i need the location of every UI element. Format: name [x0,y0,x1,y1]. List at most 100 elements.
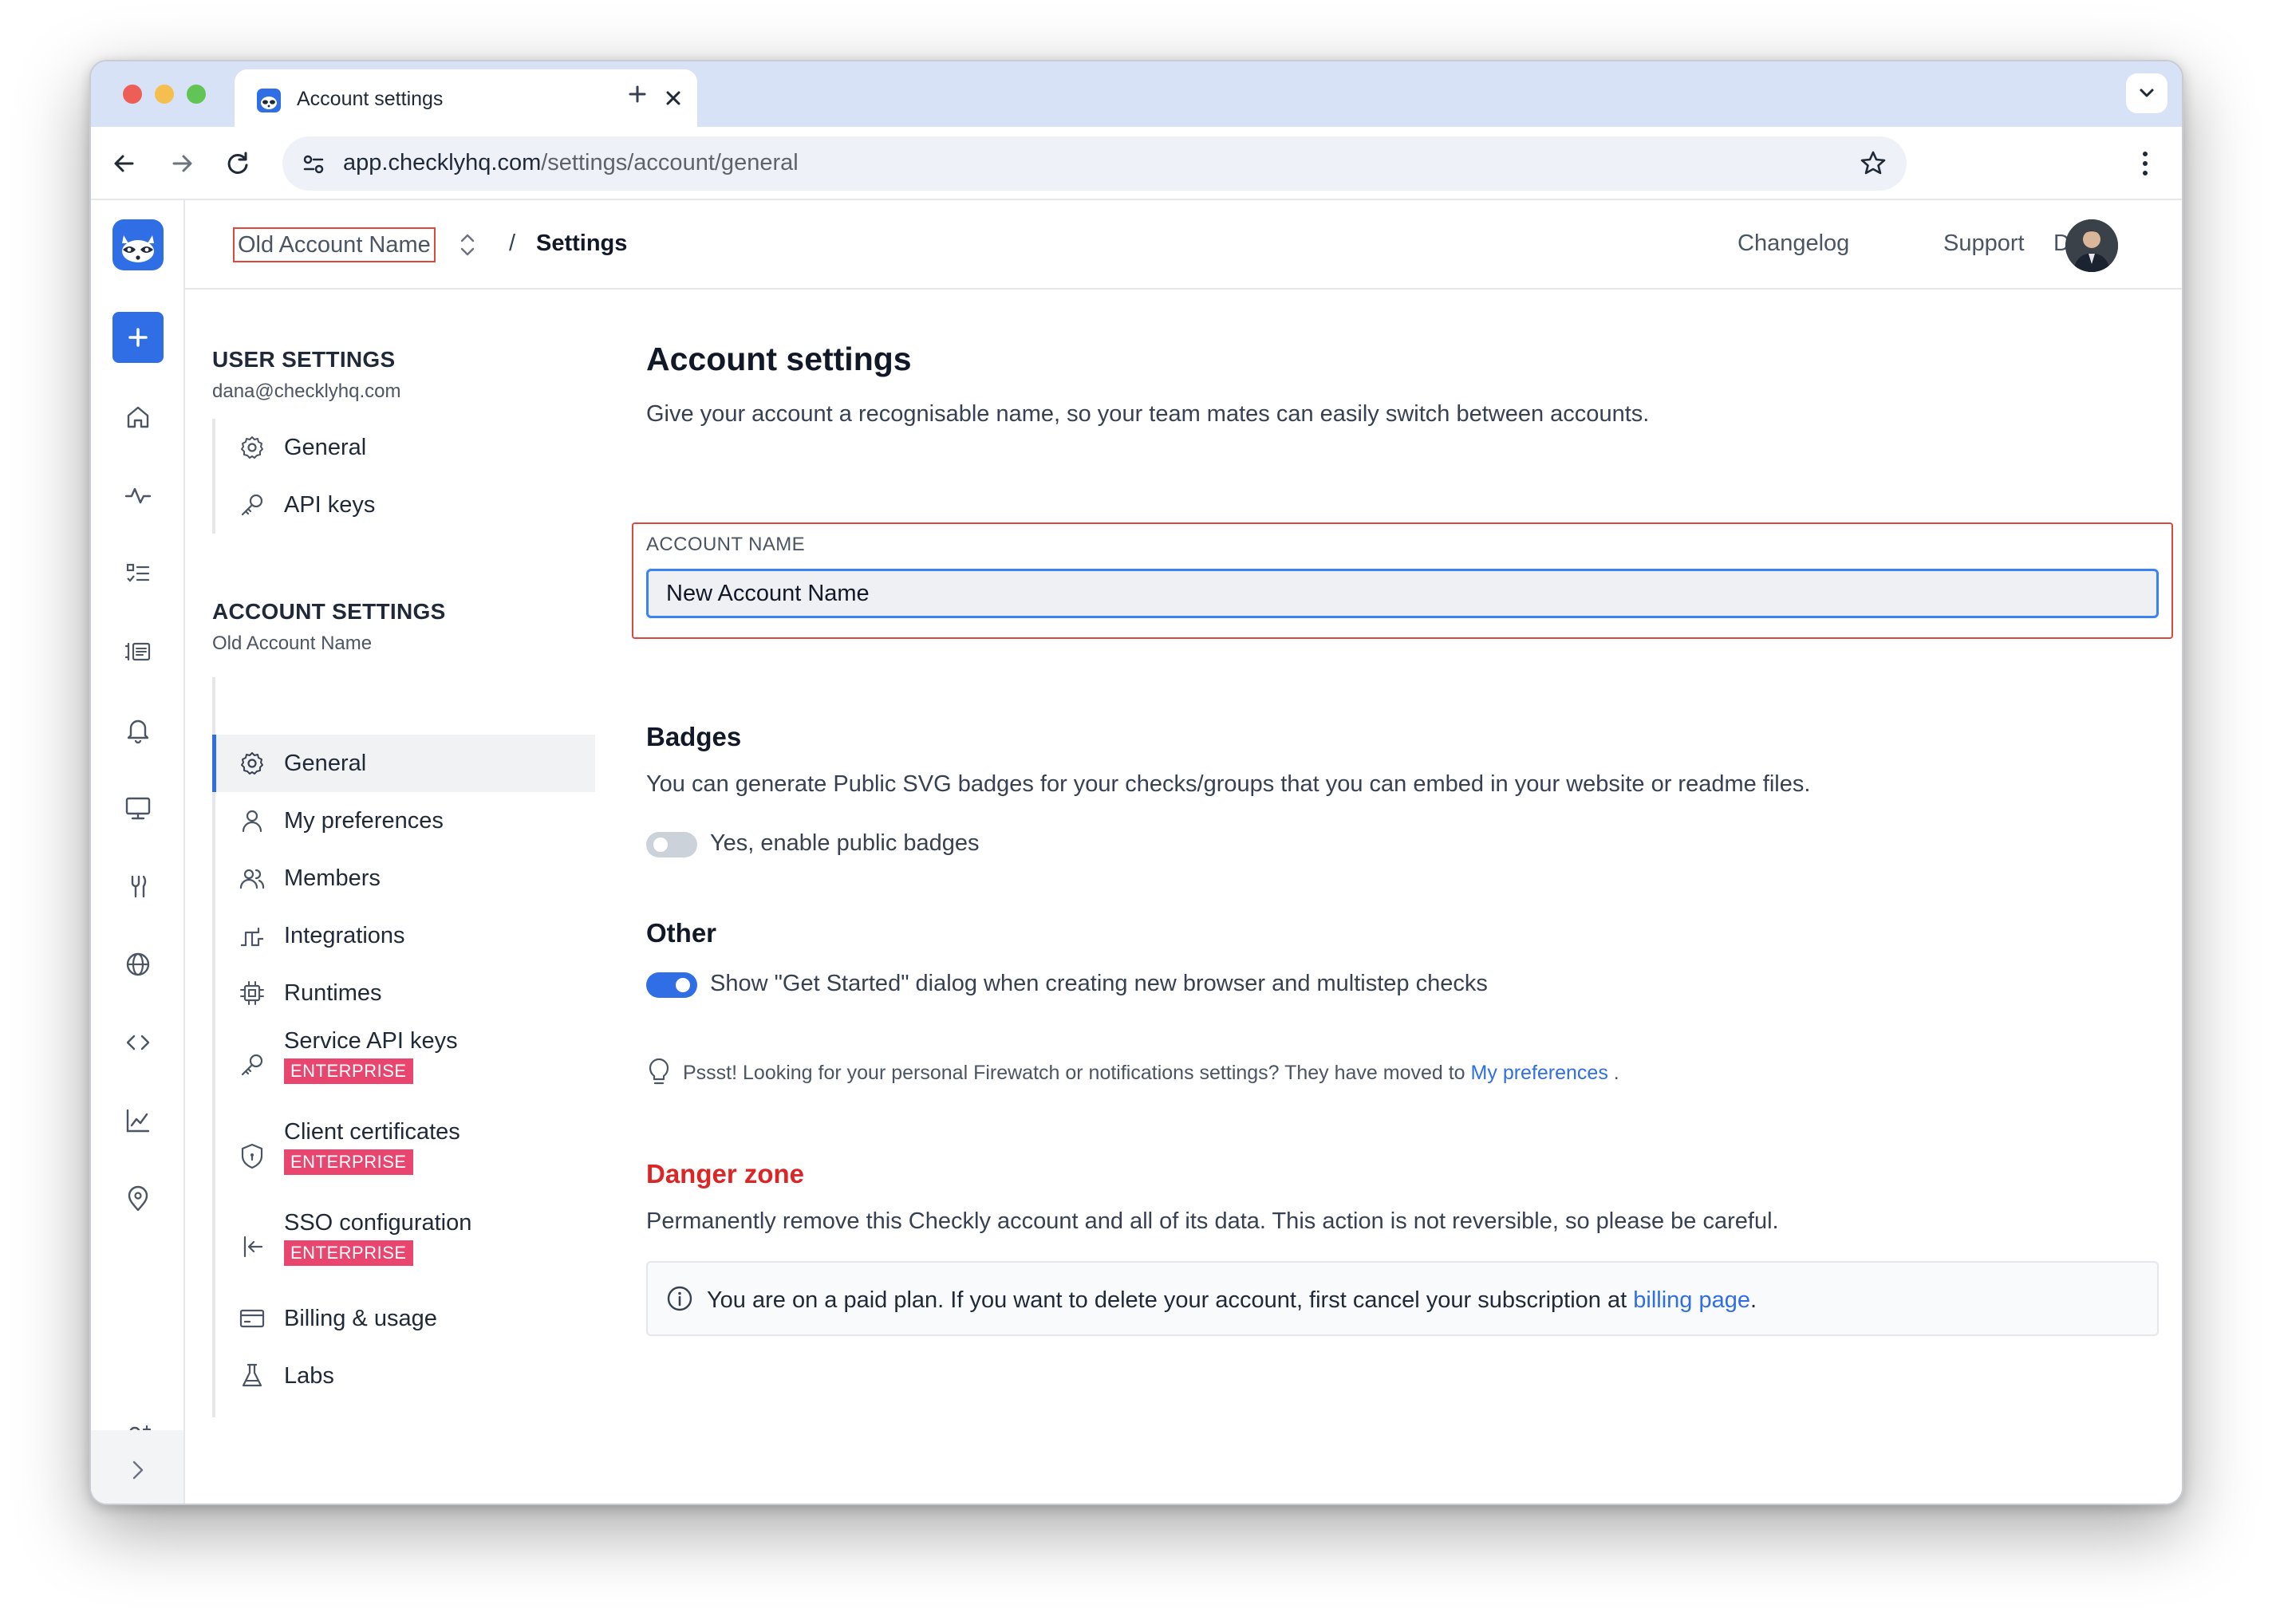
nav-label: Billing & usage [284,1306,437,1331]
dashboards-monitor-icon[interactable] [122,792,154,824]
my-preferences-link[interactable]: My preferences [1471,1062,1608,1084]
paid-plan-notice: You are on a paid plan. If you want to d… [646,1261,2159,1336]
nav-label: Runtimes [284,980,382,1006]
account-nav-service-api-keys[interactable]: Service API keys ENTERPRISE [215,1022,595,1105]
toggle-knob [653,838,668,852]
reporting-chart-icon[interactable] [122,1105,154,1137]
notice-text: You are on a paid plan. If you want to d… [707,1287,1627,1313]
rail-footer [91,1430,183,1504]
account-settings-content: Account settings Give your account a rec… [632,290,2182,1504]
tip-text: Pssst! Looking for your personal Firewat… [683,1062,1465,1084]
settings-nav: USER SETTINGS dana@checklyhq.com General… [212,290,603,1504]
site-settings-icon[interactable] [300,151,327,178]
user-nav-api-keys[interactable]: API keys [215,476,595,534]
location-pin-icon[interactable] [122,1183,154,1215]
browser-titlebar: Account settings [91,61,2182,127]
activity-pulse-icon[interactable] [122,479,154,511]
expand-sidebar-chevron-icon[interactable] [121,1454,153,1486]
lightbulb-icon [646,1058,672,1087]
breadcrumb-settings: Settings [536,231,628,256]
nav-label: SSO configuration [284,1210,472,1236]
public-badges-label[interactable]: Yes, enable public badges [710,830,980,857]
account-name-input[interactable] [646,569,2159,618]
browser-toolbar: app.checklyhq.com/settings/account/gener… [91,127,2182,200]
changelog-link[interactable]: Changelog [1738,231,1849,257]
plug-icon [238,921,266,950]
private-locations-globe-icon[interactable] [122,948,154,980]
main-nav-rail [91,200,185,1504]
user-email: dana@checklyhq.com [212,380,401,402]
users-icon [238,864,266,893]
billing-page-link[interactable]: billing page [1633,1287,1750,1313]
account-nav-billing-usage[interactable]: Billing & usage [215,1290,595,1347]
page-title: Account settings [646,341,912,377]
chip-icon [238,979,266,1007]
test-sessions-icon[interactable] [122,636,154,668]
account-nav-client-certificates[interactable]: Client certificates ENTERPRISE [215,1113,595,1196]
gear-icon [238,433,266,462]
public-badges-toggle[interactable] [646,832,697,857]
account-name-label: ACCOUNT NAME [646,534,806,555]
user-settings-heading: USER SETTINGS [212,347,396,372]
enterprise-badge: ENTERPRISE [284,1058,413,1084]
bookmark-star-icon[interactable] [1857,148,1889,179]
active-indicator [212,735,216,792]
nav-label: My preferences [284,808,444,834]
paid-plan-text: You are on a paid plan. If you want to d… [707,1287,1757,1314]
account-settings-group: General My preferences Members Integrati… [212,677,595,1417]
nav-label: Service API keys [284,1028,458,1054]
nav-label: Client certificates [284,1119,460,1145]
code-icon[interactable] [122,1027,154,1058]
tab-title: Account settings [297,88,444,110]
reload-icon[interactable] [220,146,255,181]
account-nav-integrations[interactable]: Integrations [215,907,595,964]
back-arrow-icon[interactable] [107,146,142,181]
home-icon[interactable] [122,401,154,433]
browser-menu-icon[interactable] [2129,146,2161,181]
preferences-moved-tip: Pssst! Looking for your personal Firewat… [683,1062,1619,1085]
alerts-bell-icon[interactable] [122,714,154,746]
intro-text: Give your account a recognisable name, s… [646,401,1650,427]
get-started-dialog-toggle[interactable] [646,972,697,998]
badges-heading: Badges [646,722,742,751]
minimize-window-button[interactable] [155,85,174,104]
shield-icon [238,1141,266,1170]
chevron-up-down-icon[interactable] [453,229,482,261]
notice-end: . [1749,1287,1757,1313]
user-avatar[interactable] [2065,219,2118,272]
nav-label: General [284,751,367,776]
account-nav-my-preferences[interactable]: My preferences [215,792,595,849]
checks-list-icon[interactable] [122,558,154,589]
nav-label: API keys [284,492,376,518]
account-nav-sso-configuration[interactable]: SSO configuration ENTERPRISE [215,1204,595,1287]
toggle-knob [676,978,690,992]
maximize-window-button[interactable] [187,85,206,104]
address-bar[interactable]: app.checklyhq.com/settings/account/gener… [282,136,1907,191]
new-tab-icon[interactable] [624,81,651,108]
nav-label: Integrations [284,923,405,948]
get-started-dialog-label[interactable]: Show "Get Started" dialog when creating … [710,971,1488,997]
user-nav-general[interactable]: General [215,419,595,476]
account-nav-runtimes[interactable]: Runtimes [215,964,595,1022]
account-switcher[interactable]: Old Account Name [233,227,436,262]
checkly-raccoon-logo[interactable] [112,219,164,270]
gear-icon [238,749,266,778]
maintenance-tools-icon[interactable] [122,870,154,902]
checkly-app: Old Account Name / Settings Changelog Su… [91,200,2182,1504]
support-link[interactable]: Support [1943,231,2025,257]
url-host: app.checklyhq.com [343,150,542,175]
tip-end: . [1607,1062,1619,1084]
forward-arrow-icon[interactable] [164,146,199,181]
flask-icon [238,1362,266,1390]
close-window-button[interactable] [123,85,142,104]
account-nav-general[interactable]: General [212,735,595,792]
create-new-button[interactable] [112,312,164,363]
account-nav-labs[interactable]: Labs [215,1347,595,1405]
account-nav-members[interactable]: Members [215,849,595,907]
account-name-caption: Old Account Name [212,633,373,654]
url-text[interactable]: app.checklyhq.com/settings/account/gener… [343,150,799,176]
checkly-favicon-icon [257,89,281,112]
browser-window: Account settings app.checklyhq.com/setti… [89,60,2183,1505]
close-tab-icon[interactable] [659,84,688,112]
tab-search-button[interactable] [2126,73,2167,113]
